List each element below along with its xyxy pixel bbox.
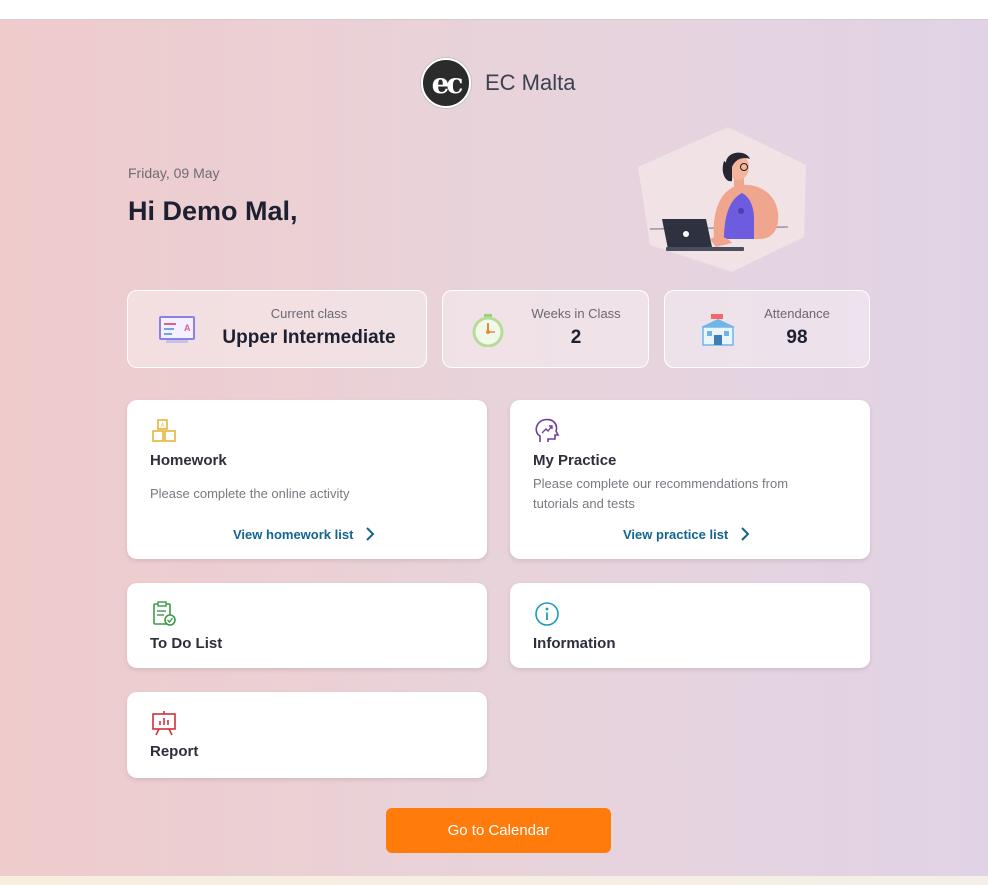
presentation-chart-icon [152,711,176,736]
todo-list-title: To Do List [150,635,223,652]
info-circle-icon [535,602,559,626]
my-practice-tile[interactable]: My Practice Please complete our recommen… [510,400,870,559]
report-tile[interactable]: Report [127,692,487,778]
stopwatch-icon [472,314,504,347]
svg-text:A: A [161,424,165,430]
attendance-card: Attendance 98 [664,290,870,368]
brand-logo: ec EC Malta [421,58,575,108]
homework-title: Homework [150,452,227,469]
report-title: Report [150,743,199,760]
school-building-icon [701,314,735,346]
current-class-card: A Current class Upper Intermediate [127,290,427,368]
clipboard-check-icon [153,601,176,626]
classroom-board-icon: A [159,316,195,343]
svg-text:A: A [184,323,191,333]
weeks-in-class-card: Weeks in Class 2 [442,290,649,368]
ec-logo-icon: ec [421,58,471,108]
chevron-right-icon [741,527,750,541]
attendance-value: 98 [786,327,808,348]
browser-top-bar [0,0,988,20]
brand-name: EC Malta [485,70,576,95]
head-growth-icon [535,418,560,442]
browser-bottom-strip [0,876,988,885]
current-class-value: Upper Intermediate [222,327,396,348]
current-date: Friday, 09 May [128,165,220,181]
student-laptop-illustration [638,127,806,272]
view-homework-link[interactable]: View homework list [233,526,375,542]
weeks-in-class-label: Weeks in Class [531,306,621,321]
view-practice-label: View practice list [623,526,729,542]
weeks-in-class-value: 2 [570,327,582,348]
chevron-right-icon [366,527,375,541]
view-homework-label: View homework list [233,526,354,542]
homework-tile[interactable]: A Homework Please complete the online ac… [127,400,487,559]
information-title: Information [533,635,616,652]
view-practice-link[interactable]: View practice list [623,526,750,542]
go-to-calendar-button[interactable]: Go to Calendar [386,808,611,853]
attendance-label: Attendance [764,306,830,321]
homework-description: Please complete the online activity [150,486,350,501]
blocks-icon: A [152,419,176,442]
my-practice-description: Please complete our recommendations from… [533,476,789,511]
information-tile[interactable]: Information [510,583,870,668]
greeting-title: Hi Demo Mal, [128,196,298,226]
my-practice-title: My Practice [533,452,617,469]
todo-list-tile[interactable]: To Do List [127,583,487,668]
current-class-label: Current class [270,306,348,321]
